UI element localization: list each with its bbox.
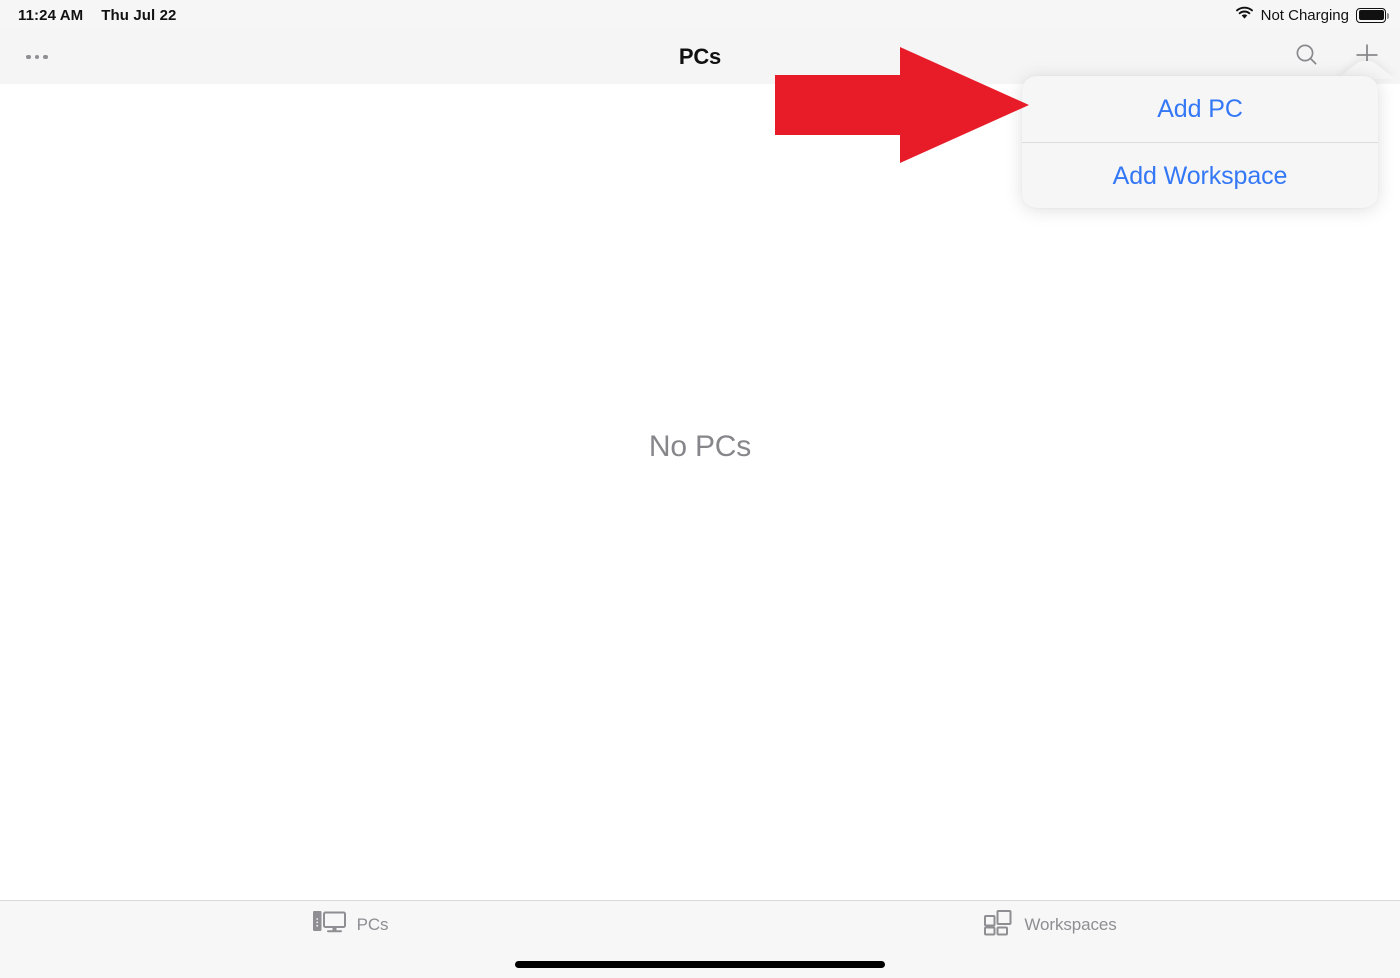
status-bar-right: Not Charging — [1235, 6, 1389, 24]
home-indicator[interactable] — [515, 961, 885, 968]
status-bar: 11:24 AM Thu Jul 22 Not Charging — [0, 0, 1400, 30]
app-screen: 11:24 AM Thu Jul 22 Not Charging PCs No … — [0, 0, 1400, 978]
search-icon — [1294, 42, 1320, 73]
tab-bar: PCs Workspaces — [0, 900, 1400, 978]
menu-item-add-workspace[interactable]: Add Workspace — [1022, 143, 1378, 208]
battery-status-label: Not Charging — [1260, 6, 1349, 24]
tab-workspaces-label: Workspaces — [1024, 914, 1117, 934]
wifi-icon — [1235, 6, 1254, 24]
empty-state-label: No PCs — [648, 430, 752, 463]
grid-squares-icon — [983, 908, 1013, 941]
status-bar-left: 11:24 AM Thu Jul 22 — [18, 7, 176, 24]
desktop-computer-icon — [312, 908, 346, 941]
tab-pcs-label: PCs — [356, 914, 389, 934]
battery-level-fill — [1358, 10, 1384, 20]
menu-item-add-pc[interactable]: Add PC — [1022, 76, 1378, 142]
status-date: Thu Jul 22 — [101, 6, 177, 24]
battery-full-icon — [1356, 7, 1389, 23]
add-menu-popover: Add PC Add Workspace — [1022, 76, 1378, 208]
search-button[interactable] — [1290, 40, 1324, 74]
status-time: 11:24 AM — [18, 6, 84, 24]
page-title: PCs — [678, 44, 722, 69]
